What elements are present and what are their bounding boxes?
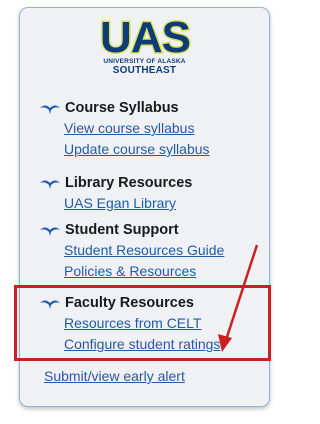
section-library-resources: Library Resources UAS Egan Library — [40, 173, 265, 214]
logo-university-text: UNIVERSITY OF ALASKA — [103, 58, 186, 65]
submit-early-alert-link[interactable]: Submit/view early alert — [44, 368, 185, 384]
policies-resources-link[interactable]: Policies & Resources — [64, 261, 265, 282]
svg-text:UAS: UAS — [100, 16, 190, 56]
whale-icon — [40, 227, 60, 236]
update-course-syllabus-link[interactable]: Update course syllabus — [64, 139, 265, 160]
uas-logo-mark: UAS — [98, 16, 192, 56]
uas-egan-library-link[interactable]: UAS Egan Library — [64, 193, 265, 214]
uas-logo[interactable]: UAS UNIVERSITY OF ALASKA SOUTHEAST — [20, 16, 269, 76]
logo-southeast-text: SOUTHEAST — [112, 65, 177, 76]
view-course-syllabus-link[interactable]: View course syllabus — [64, 118, 265, 139]
section-course-syllabus: Course Syllabus View course syllabus Upd… — [40, 98, 265, 160]
section-student-support: Student Support Student Resources Guide … — [40, 220, 265, 282]
whale-icon — [40, 105, 60, 114]
annotation-highlight-box — [14, 285, 271, 361]
section-title: Course Syllabus — [65, 100, 179, 116]
student-resources-guide-link[interactable]: Student Resources Guide — [64, 240, 265, 261]
section-title: Student Support — [65, 222, 179, 238]
section-title: Library Resources — [65, 175, 193, 191]
whale-icon — [40, 180, 60, 189]
